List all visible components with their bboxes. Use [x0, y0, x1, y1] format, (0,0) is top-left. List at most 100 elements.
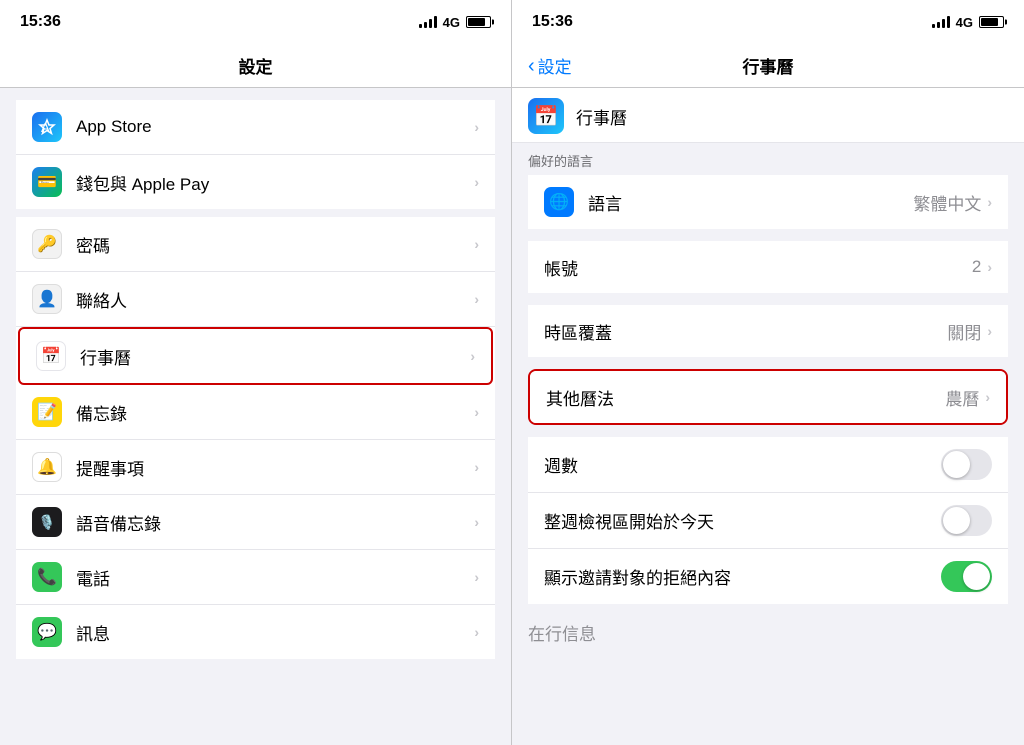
- app-store-chevron: ›: [474, 119, 479, 135]
- show-invitee-toggle[interactable]: [941, 561, 992, 592]
- settings-item-phone[interactable]: 📞 電話 ›: [16, 550, 495, 605]
- settings-item-notes[interactable]: 📝 備忘錄 ›: [16, 385, 495, 440]
- right-top-app-row: 📅 行事曆: [512, 88, 1024, 143]
- left-panel: 15:36 4G 設定 A: [0, 0, 512, 745]
- password-icon: 🔑: [32, 229, 62, 259]
- reminders-icon: 🔔: [32, 452, 62, 482]
- left-bottom-section: 🔑 密碼 › 👤 聯絡人 › 📅 行事曆 ›: [16, 217, 495, 659]
- wallet-chevron: ›: [474, 174, 479, 190]
- week-start-toggle[interactable]: [941, 505, 992, 536]
- settings-item-week-numbers[interactable]: 週數: [528, 437, 1008, 493]
- phone-icon: 📞: [32, 562, 62, 592]
- wallet-label: 錢包與 Apple Pay: [76, 170, 474, 195]
- timezone-label: 時區覆蓋: [544, 319, 947, 344]
- right-status-time: 15:36: [532, 13, 573, 31]
- timezone-value: 關閉: [947, 319, 981, 344]
- settings-item-wallet[interactable]: 💳 錢包與 Apple Pay ›: [16, 155, 495, 209]
- voice-memos-label: 語音備忘錄: [76, 510, 474, 535]
- accounts-label: 帳號: [544, 255, 972, 280]
- phone-label: 電話: [76, 565, 474, 590]
- contacts-chevron: ›: [474, 291, 479, 307]
- phone-chevron: ›: [474, 569, 479, 585]
- right-lang-section: 🌐 語言 繁體中文 ›: [528, 175, 1008, 229]
- notes-chevron: ›: [474, 404, 479, 420]
- back-label: 設定: [538, 53, 572, 78]
- timezone-chevron: ›: [987, 323, 992, 339]
- right-accounts-section: 帳號 2 ›: [528, 241, 1008, 293]
- voice-memos-icon: 🎙️: [32, 507, 62, 537]
- contacts-icon: 👤: [32, 284, 62, 314]
- messages-icon: 💬: [32, 617, 62, 647]
- right-network-label: 4G: [956, 15, 973, 30]
- right-status-bar: 15:36 4G: [512, 0, 1024, 44]
- left-nav-bar: 設定: [0, 44, 511, 88]
- right-timezone-section: 時區覆蓋 關閉 ›: [528, 305, 1008, 357]
- settings-item-password[interactable]: 🔑 密碼 ›: [16, 217, 495, 272]
- back-button[interactable]: ‹ 設定: [528, 53, 572, 78]
- right-other-calendar-section: 其他曆法 農曆 ›: [528, 369, 1008, 425]
- week-numbers-label: 週數: [544, 452, 941, 477]
- right-toggles-section: 週數 整週檢視區開始於今天 顯示邀請對象的拒絕內容: [528, 437, 1008, 604]
- wallet-icon: 💳: [32, 167, 62, 197]
- calendar-icon: 📅: [36, 341, 66, 371]
- preferred-lang-section: 偏好的語言: [512, 143, 1024, 175]
- settings-item-reminders[interactable]: 🔔 提醒事項 ›: [16, 440, 495, 495]
- svg-text:A: A: [41, 120, 50, 135]
- globe-icon: 🌐: [544, 187, 574, 217]
- back-chevron-icon: ‹: [528, 56, 535, 76]
- week-start-label: 整週檢視區開始於今天: [544, 508, 941, 533]
- language-label: 語言: [588, 190, 913, 215]
- show-invitee-label: 顯示邀請對象的拒絕內容: [544, 564, 941, 589]
- left-status-time: 15:36: [20, 13, 61, 31]
- accounts-chevron: ›: [987, 259, 992, 275]
- language-chevron: ›: [987, 194, 992, 210]
- voice-memos-chevron: ›: [474, 514, 479, 530]
- reminders-label: 提醒事項: [76, 455, 474, 480]
- calendar-label: 行事曆: [80, 344, 470, 369]
- week-numbers-toggle[interactable]: [941, 449, 992, 480]
- left-signal-icon: [419, 16, 437, 28]
- left-status-bar: 15:36 4G: [0, 0, 511, 44]
- other-calendar-value: 農曆: [945, 385, 979, 410]
- password-label: 密碼: [76, 232, 474, 257]
- app-store-label: App Store: [76, 117, 474, 137]
- right-panel: 15:36 4G ‹ 設定 行事曆 📅 行事曆: [512, 0, 1024, 745]
- left-top-section: A App Store › 💳 錢包與 Apple Pay ›: [16, 100, 495, 209]
- language-value: 繁體中文: [913, 190, 981, 215]
- calendar-app-icon: 📅: [528, 98, 564, 134]
- right-signal-icon: [932, 16, 950, 28]
- calendar-app-label: 行事曆: [576, 104, 627, 129]
- password-chevron: ›: [474, 236, 479, 252]
- preferred-lang-label: 偏好的語言: [528, 154, 593, 169]
- left-battery-icon: [466, 16, 491, 28]
- settings-item-show-invitee[interactable]: 顯示邀請對象的拒絕內容: [528, 549, 1008, 604]
- settings-item-accounts[interactable]: 帳號 2 ›: [528, 241, 1008, 293]
- messages-chevron: ›: [474, 624, 479, 640]
- settings-item-timezone[interactable]: 時區覆蓋 關閉 ›: [528, 305, 1008, 357]
- right-scroll: 📅 行事曆 偏好的語言 🌐 語言 繁體中文 › 帳號 2 ›: [512, 88, 1024, 745]
- right-battery-icon: [979, 16, 1004, 28]
- accounts-value: 2: [972, 257, 981, 277]
- appstore-icon: A: [32, 112, 62, 142]
- right-nav-bar: ‹ 設定 行事曆: [512, 44, 1024, 88]
- calendar-chevron: ›: [470, 348, 475, 364]
- other-calendar-label: 其他曆法: [546, 385, 945, 410]
- settings-item-calendar[interactable]: 📅 行事曆 ›: [18, 327, 493, 385]
- other-calendar-chevron: ›: [985, 389, 990, 405]
- messages-label: 訊息: [76, 620, 474, 645]
- contacts-label: 聯絡人: [76, 287, 474, 312]
- settings-item-other-calendar[interactable]: 其他曆法 農曆 ›: [530, 371, 1006, 423]
- left-scroll: A App Store › 💳 錢包與 Apple Pay › 🔑: [0, 88, 511, 745]
- settings-item-app-store[interactable]: A App Store ›: [16, 100, 495, 155]
- settings-item-language[interactable]: 🌐 語言 繁體中文 ›: [528, 175, 1008, 229]
- bottom-section-label: 在行信息: [528, 625, 596, 644]
- left-nav-title: 設定: [239, 53, 273, 78]
- settings-item-contacts[interactable]: 👤 聯絡人 ›: [16, 272, 495, 327]
- settings-item-messages[interactable]: 💬 訊息 ›: [16, 605, 495, 659]
- settings-item-voice-memos[interactable]: 🎙️ 語音備忘錄 ›: [16, 495, 495, 550]
- right-status-icons: 4G: [932, 15, 1004, 30]
- settings-item-week-start[interactable]: 整週檢視區開始於今天: [528, 493, 1008, 549]
- notes-label: 備忘錄: [76, 400, 474, 425]
- left-network-label: 4G: [443, 15, 460, 30]
- reminders-chevron: ›: [474, 459, 479, 475]
